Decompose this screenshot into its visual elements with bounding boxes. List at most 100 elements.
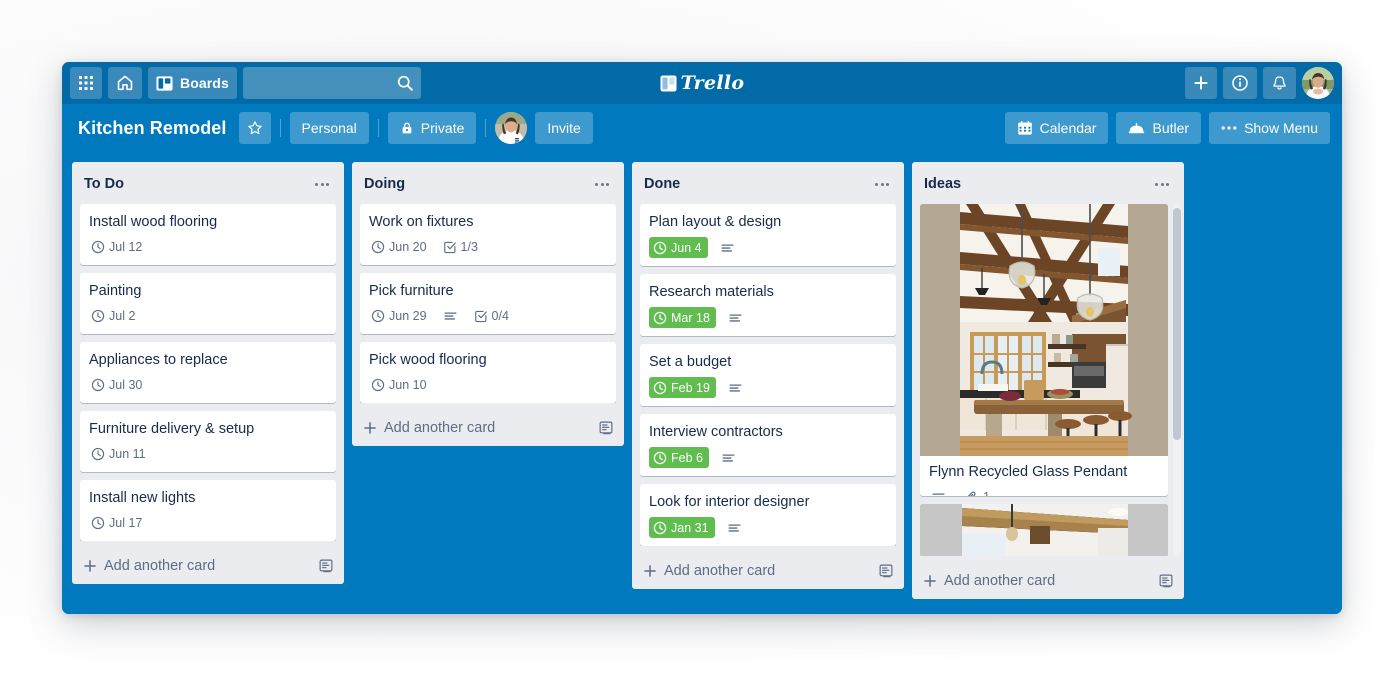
card-badges: Jul 17 (89, 513, 328, 535)
header-divider-2 (377, 119, 379, 137)
invite-label: Invite (547, 120, 581, 136)
due-date-badge[interactable]: Jul 17 (89, 513, 146, 533)
due-date-badge[interactable]: Jun 29 (369, 306, 431, 326)
list-title[interactable]: To Do (84, 176, 124, 192)
checklist-badge: 0/4 (472, 306, 513, 326)
search-box[interactable] (242, 67, 421, 99)
bell-icon (1273, 75, 1286, 90)
visibility-button[interactable]: Private (387, 112, 477, 144)
due-date-badge[interactable]: Jul 12 (89, 237, 146, 257)
card-container: Install wood flooring Jul 12 Painting Ju… (72, 204, 344, 541)
plus-icon (364, 422, 376, 434)
team-button[interactable]: Personal (289, 112, 369, 144)
star-board-button[interactable] (238, 112, 271, 144)
invite-button[interactable]: Invite (535, 112, 593, 144)
notifications-button[interactable] (1263, 67, 1296, 99)
card-title: Interview contractors (649, 424, 783, 440)
clock-icon (653, 241, 667, 254)
card[interactable]: Plan layout & design Jun 4 (640, 204, 896, 266)
avatar[interactable] (1302, 67, 1334, 99)
due-date-badge[interactable]: Jun 10 (369, 375, 431, 395)
card-scroll-wrapper: Flynn Recycled Glass Pendant (912, 204, 1184, 556)
due-date-text: Jun 10 (389, 378, 427, 392)
description-badge (929, 487, 950, 496)
apps-grid-button[interactable] (70, 67, 102, 99)
card[interactable]: Install wood flooring Jul 12 (80, 204, 336, 265)
card[interactable] (920, 503, 1168, 556)
board-title[interactable]: Kitchen Remodel (78, 118, 227, 139)
butler-button[interactable]: Butler (1116, 112, 1202, 144)
description-badge (441, 306, 462, 326)
due-date-badge[interactable]: Jul 30 (89, 375, 146, 395)
list-actions-button[interactable] (869, 173, 895, 195)
trello-logo-link[interactable]: Trello (660, 72, 745, 94)
card-template-icon[interactable] (318, 558, 334, 574)
list-actions-button[interactable] (309, 173, 335, 195)
card[interactable]: Interview contractors Feb 6 (640, 414, 896, 476)
list-title[interactable]: Ideas (924, 176, 961, 192)
card[interactable]: Pick furniture Jun 29 0/4 (360, 273, 616, 334)
ellipsis-icon (1221, 126, 1237, 130)
card-template-icon[interactable] (878, 563, 894, 579)
card[interactable]: Furniture delivery & setup Jun 11 (80, 411, 336, 472)
card-badges: Jul 30 (89, 375, 328, 397)
card[interactable]: Research materials Mar 18 (640, 274, 896, 336)
card[interactable]: Work on fixtures Jun 20 1/3 (360, 204, 616, 265)
card-title: Furniture delivery & setup (89, 421, 255, 437)
due-date-text: Jul 30 (109, 378, 143, 392)
butler-icon (1129, 122, 1145, 133)
home-icon (117, 75, 133, 91)
due-date-badge-complete[interactable]: Mar 18 (649, 307, 716, 328)
due-date-badge-complete[interactable]: Jan 31 (649, 517, 715, 538)
add-card-button[interactable]: Add another card (72, 549, 344, 584)
due-date-badge-complete[interactable]: Feb 6 (649, 447, 709, 468)
visibility-label: Private (420, 120, 465, 136)
calendar-button[interactable]: Calendar (1004, 112, 1109, 144)
list-scrollbar-thumb[interactable] (1173, 208, 1181, 440)
checklist-icon (474, 310, 487, 323)
card-template-icon[interactable] (598, 420, 614, 436)
due-date-text: Jun 20 (389, 240, 427, 254)
board-header: Kitchen Remodel Personal Private Invite … (62, 104, 1342, 152)
card[interactable]: Appliances to replace Jul 30 (80, 342, 336, 403)
due-date-badge-complete[interactable]: Feb 19 (649, 377, 716, 398)
card-title: Research materials (649, 284, 774, 300)
card[interactable]: Set a budget Feb 19 (640, 344, 896, 406)
list-scrollbar[interactable] (1173, 204, 1181, 556)
boards-button[interactable]: Boards (148, 67, 237, 99)
show-menu-button[interactable]: Show Menu (1209, 112, 1330, 144)
add-button[interactable] (1185, 67, 1217, 99)
card[interactable]: Flynn Recycled Glass Pendant (920, 204, 1168, 496)
card-title: Install wood flooring (89, 214, 218, 230)
attachment-icon (967, 491, 976, 496)
home-button[interactable] (108, 67, 142, 99)
add-card-button[interactable]: Add another card (352, 411, 624, 446)
card[interactable]: Painting Jul 2 (80, 273, 336, 334)
due-date-badge[interactable]: Jun 20 (369, 237, 431, 257)
add-card-button[interactable]: Add another card (912, 564, 1184, 599)
card-badges: Jul 12 (89, 237, 328, 259)
card-badges: Mar 18 (649, 307, 888, 330)
add-card-label: Add another card (104, 558, 216, 574)
due-date-badge-complete[interactable]: Jun 4 (649, 237, 708, 258)
add-card-button[interactable]: Add another card (632, 554, 904, 589)
card[interactable]: Install new lights Jul 17 (80, 480, 336, 541)
clock-icon (91, 240, 105, 254)
list-title[interactable]: Done (644, 176, 680, 192)
info-button[interactable] (1223, 67, 1257, 99)
board-member-avatar[interactable] (495, 112, 528, 144)
list-title[interactable]: Doing (364, 176, 405, 192)
due-date-badge[interactable]: Jul 2 (89, 306, 139, 326)
card[interactable]: Look for interior designer Jan 31 (640, 484, 896, 546)
list-actions-button[interactable] (1149, 173, 1175, 195)
search-input[interactable] (242, 67, 421, 99)
card-badges: Feb 19 (649, 377, 888, 400)
list-header: Doing (352, 162, 624, 204)
list-actions-button[interactable] (589, 173, 615, 195)
card-template-icon[interactable] (1158, 573, 1174, 589)
list-done: Done Plan layout & design Jun 4 Research… (632, 162, 904, 589)
due-date-badge[interactable]: Jun 11 (89, 444, 150, 464)
description-badge (726, 308, 747, 328)
card[interactable]: Pick wood flooring Jun 10 (360, 342, 616, 403)
clock-icon (653, 451, 667, 464)
